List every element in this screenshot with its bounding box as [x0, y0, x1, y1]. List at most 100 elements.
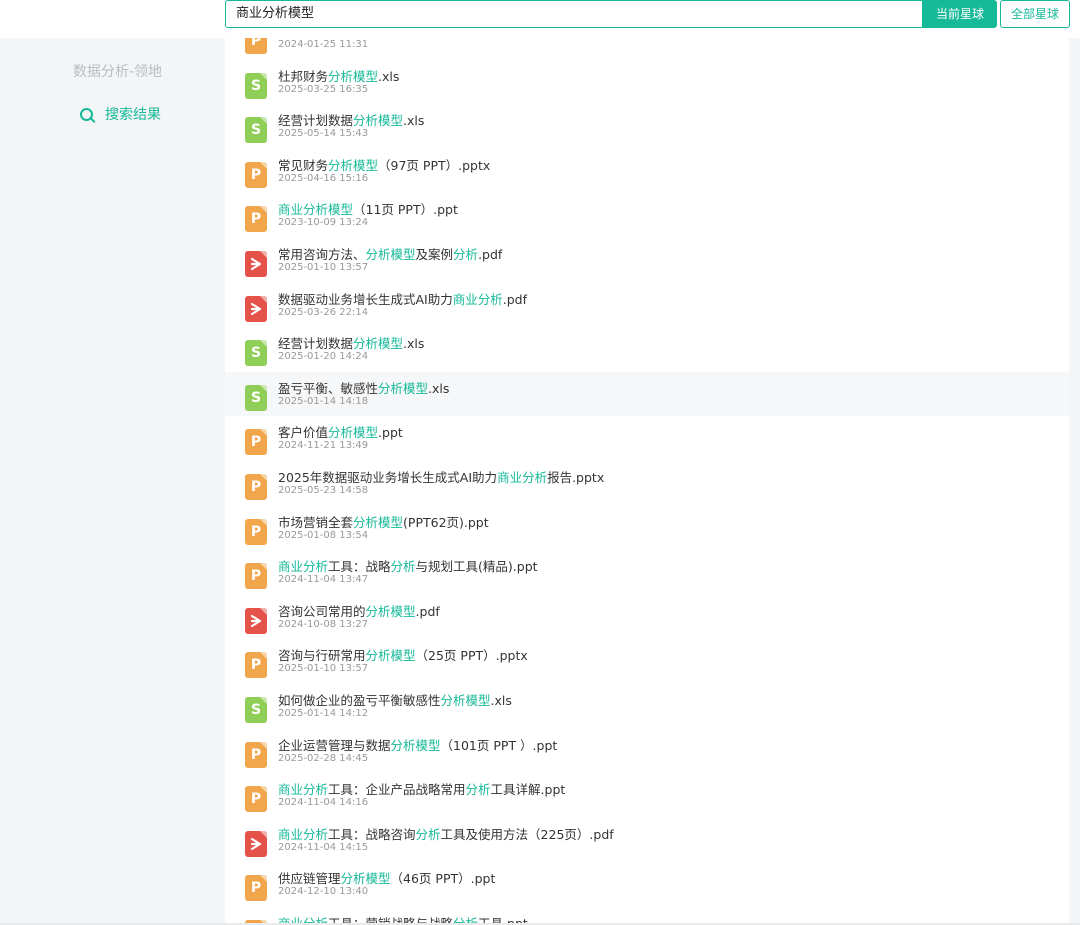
file-type-letter: P — [250, 38, 262, 49]
file-name[interactable]: 商业分析工具：战略分析与规划工具(精品).ppt — [278, 556, 538, 575]
file-name-text: 及案例 — [415, 246, 454, 262]
pdf-file-icon — [245, 250, 267, 277]
list-item[interactable]: S 如何做企业的盈亏平衡敏感性分析模型.xls 2025-01-14 14:12 — [225, 684, 1069, 729]
list-item[interactable]: P 常见财务分析模型（97页 PPT）.pptx 2025-04-16 15:16 — [225, 149, 1069, 194]
list-item[interactable]: P 2024-01-25 11:31 — [225, 38, 1069, 60]
file-type-letter: P — [250, 880, 262, 897]
file-name[interactable]: 商业分析模型（11页 PPT）.ppt — [278, 199, 458, 218]
file-name[interactable]: 市场营销全套分析模型(PPT62页).ppt — [278, 512, 489, 531]
file-type-letter: P — [250, 211, 262, 228]
all-planets-button[interactable]: 全部星球 — [1000, 0, 1070, 28]
file-name-text: .pdf — [478, 246, 503, 262]
ppt-file-icon: P — [245, 875, 267, 902]
file-type-letter: P — [250, 478, 262, 495]
highlighted-keyword: 分析模型 — [340, 871, 391, 887]
list-item[interactable]: 数据驱动业务增长生成式AI助力商业分析.pdf 2025-03-26 22:14 — [225, 283, 1069, 328]
file-date: 2025-01-20 14:24 — [278, 351, 369, 363]
list-item[interactable]: P 市场营销全套分析模型(PPT62页).ppt 2025-01-08 13:54 — [225, 506, 1069, 551]
file-date: 2023-10-09 13:24 — [278, 217, 369, 229]
list-item[interactable]: P 咨询与行研常用分析模型（25页 PPT）.pptx 2025-01-10 13:… — [225, 639, 1069, 684]
file-name[interactable]: 咨询公司常用的分析模型.pdf — [278, 601, 440, 620]
file-name[interactable]: 常见财务分析模型（97页 PPT）.pptx — [278, 155, 490, 174]
file-type-letter: P — [250, 568, 262, 585]
file-name[interactable]: 商业分析工具：企业产品战略常用分析工具详解.ppt — [278, 779, 565, 798]
list-item[interactable]: 常用咨询方法、分析模型及案例分析.pdf 2025-01-10 13:57 — [225, 238, 1069, 283]
file-name[interactable]: 咨询与行研常用分析模型（25页 PPT）.pptx — [278, 645, 528, 664]
file-name[interactable]: 常用咨询方法、分析模型及案例分析.pdf — [278, 244, 502, 263]
file-name[interactable]: 企业运营管理与数据分析模型（101页 PPT ）.ppt — [278, 735, 557, 754]
list-item[interactable]: P 2025年数据驱动业务增长生成式AI助力商业分析报告.pptx 2025-05-… — [225, 461, 1069, 506]
file-date: 2025-03-26 22:14 — [278, 306, 369, 318]
file-date: 2024-12-10 13:40 — [278, 886, 369, 898]
sidebar-title[interactable]: 数据分析-领地 — [0, 61, 235, 81]
search-input[interactable]: 商业分析模型 — [225, 0, 923, 28]
file-type-letter: P — [250, 523, 262, 540]
highlighted-keyword: 分析模型 — [328, 425, 379, 441]
file-name-text: 企业运营管理与数据 — [278, 737, 391, 753]
file-name[interactable]: 商业分析工具：战略咨询分析工具及使用方法（225页）.pdf — [278, 824, 614, 843]
list-item[interactable]: P 商业分析工具：企业产品战略常用分析工具详解.ppt 2024-11-04 14:… — [225, 773, 1069, 818]
file-date: 2024-11-21 13:49 — [278, 440, 369, 452]
file-date: 2024-01-25 11:31 — [278, 39, 369, 50]
file-name-text: 工具：战略咨询 — [328, 826, 416, 842]
file-name[interactable]: 供应链管理分析模型（46页 PPT）.ppt — [278, 868, 495, 887]
highlighted-keyword: 分析模型 — [353, 336, 404, 352]
pdf-file-icon — [245, 607, 267, 634]
list-item[interactable]: P 供应链管理分析模型（46页 PPT）.ppt 2024-12-10 13:40 — [225, 862, 1069, 907]
highlighted-keyword: 分析模型 — [353, 514, 404, 530]
file-name-text: 经营计划数据 — [278, 336, 354, 352]
sidebar-item-search-results[interactable]: 搜索结果 — [80, 104, 161, 124]
list-item[interactable]: S 盈亏平衡、敏感性分析模型.xls 2025-01-14 14:18 — [225, 371, 1069, 417]
file-date: 2024-11-04 13:47 — [278, 574, 369, 586]
current-planet-button[interactable]: 当前星球 — [923, 0, 997, 28]
file-name-text: .xls — [403, 336, 425, 352]
list-item[interactable]: P 客户价值分析模型.ppt 2024-11-21 13:49 — [225, 416, 1069, 461]
file-name[interactable]: 如何做企业的盈亏平衡敏感性分析模型.xls — [278, 690, 512, 709]
highlighted-keyword: 商业分析 — [278, 782, 329, 798]
file-name[interactable]: 经营计划数据分析模型.xls — [278, 333, 424, 352]
list-item[interactable]: P 商业分析工具：战略分析与规划工具(精品).ppt 2024-11-04 13:4… — [225, 550, 1069, 595]
list-item[interactable]: 商业分析工具：战略咨询分析工具及使用方法（225页）.pdf 2024-11-04… — [225, 818, 1069, 863]
file-name-text: 杜邦财务 — [278, 68, 329, 84]
search-icon — [80, 107, 93, 121]
file-date: 2024-10-08 13:27 — [278, 618, 369, 630]
file-name-text: 工具详解.ppt — [490, 782, 566, 798]
file-type-letter: S — [250, 389, 262, 406]
list-item[interactable]: 咨询公司常用的分析模型.pdf 2024-10-08 13:27 — [225, 595, 1069, 640]
file-name-text: 常见财务 — [278, 157, 329, 173]
file-name[interactable]: 经营计划数据分析模型.xls — [278, 110, 424, 129]
list-item[interactable]: S 杜邦财务分析模型.xls 2025-03-25 16:35 — [225, 60, 1069, 105]
file-name-text: 如何做企业的盈亏平衡敏感性 — [278, 692, 441, 708]
file-name-text: .ppt — [378, 425, 403, 441]
file-date: 2025-01-10 13:57 — [278, 261, 369, 273]
file-name-text: （11页 PPT）.ppt — [353, 202, 458, 218]
file-name-text: 供应链管理 — [278, 871, 341, 887]
list-item[interactable]: S 经营计划数据分析模型.xls 2025-05-14 15:43 — [225, 104, 1069, 149]
file-name-text: .xls — [490, 692, 512, 708]
file-name-text: 数据驱动业务增长生成式AI助力 — [278, 291, 453, 307]
file-name-text: .pdf — [502, 291, 528, 307]
file-name-text: （25页 PPT）.pptx — [415, 648, 528, 664]
spreadsheet-file-icon: S — [245, 72, 267, 99]
file-name-text: 市场营销全套 — [278, 514, 354, 530]
file-name[interactable]: 客户价值分析模型.ppt — [278, 422, 403, 441]
file-date: 2025-03-25 16:35 — [278, 83, 369, 95]
list-item[interactable]: S 经营计划数据分析模型.xls 2025-01-20 14:24 — [225, 327, 1069, 372]
results-panel: P 2024-01-25 11:31 S 杜邦财务分析模型.xls 2025-03-25… — [225, 38, 1069, 925]
file-date: 2024-11-04 14:16 — [278, 797, 369, 809]
list-item[interactable]: P 企业运营管理与数据分析模型（101页 PPT ）.ppt 2025-02-28 … — [225, 729, 1069, 774]
file-name[interactable]: 数据驱动业务增长生成式AI助力商业分析.pdf — [278, 289, 527, 308]
file-name-text: （97页 PPT）.pptx — [378, 157, 491, 173]
file-name[interactable]: 2025年数据驱动业务增长生成式AI助力商业分析报告.pptx — [278, 467, 604, 486]
file-name-text: 咨询公司常用的 — [278, 603, 366, 619]
highlighted-keyword: 分析模型 — [328, 157, 379, 173]
file-name-text: 经营计划数据 — [278, 113, 354, 129]
file-name[interactable]: 杜邦财务分析模型.xls — [278, 66, 399, 85]
file-type-letter: P — [250, 746, 262, 763]
highlighted-keyword: 商业分析 — [497, 469, 548, 485]
file-name-text: 客户价值 — [278, 425, 329, 441]
list-item[interactable]: P 商业分析模型（11页 PPT）.ppt 2023-10-09 13:24 — [225, 193, 1069, 238]
file-type-letter: P — [250, 791, 262, 808]
file-name[interactable]: 盈亏平衡、敏感性分析模型.xls — [278, 378, 449, 397]
file-name-text: 工具及使用方法（225页）.pdf — [440, 826, 614, 842]
